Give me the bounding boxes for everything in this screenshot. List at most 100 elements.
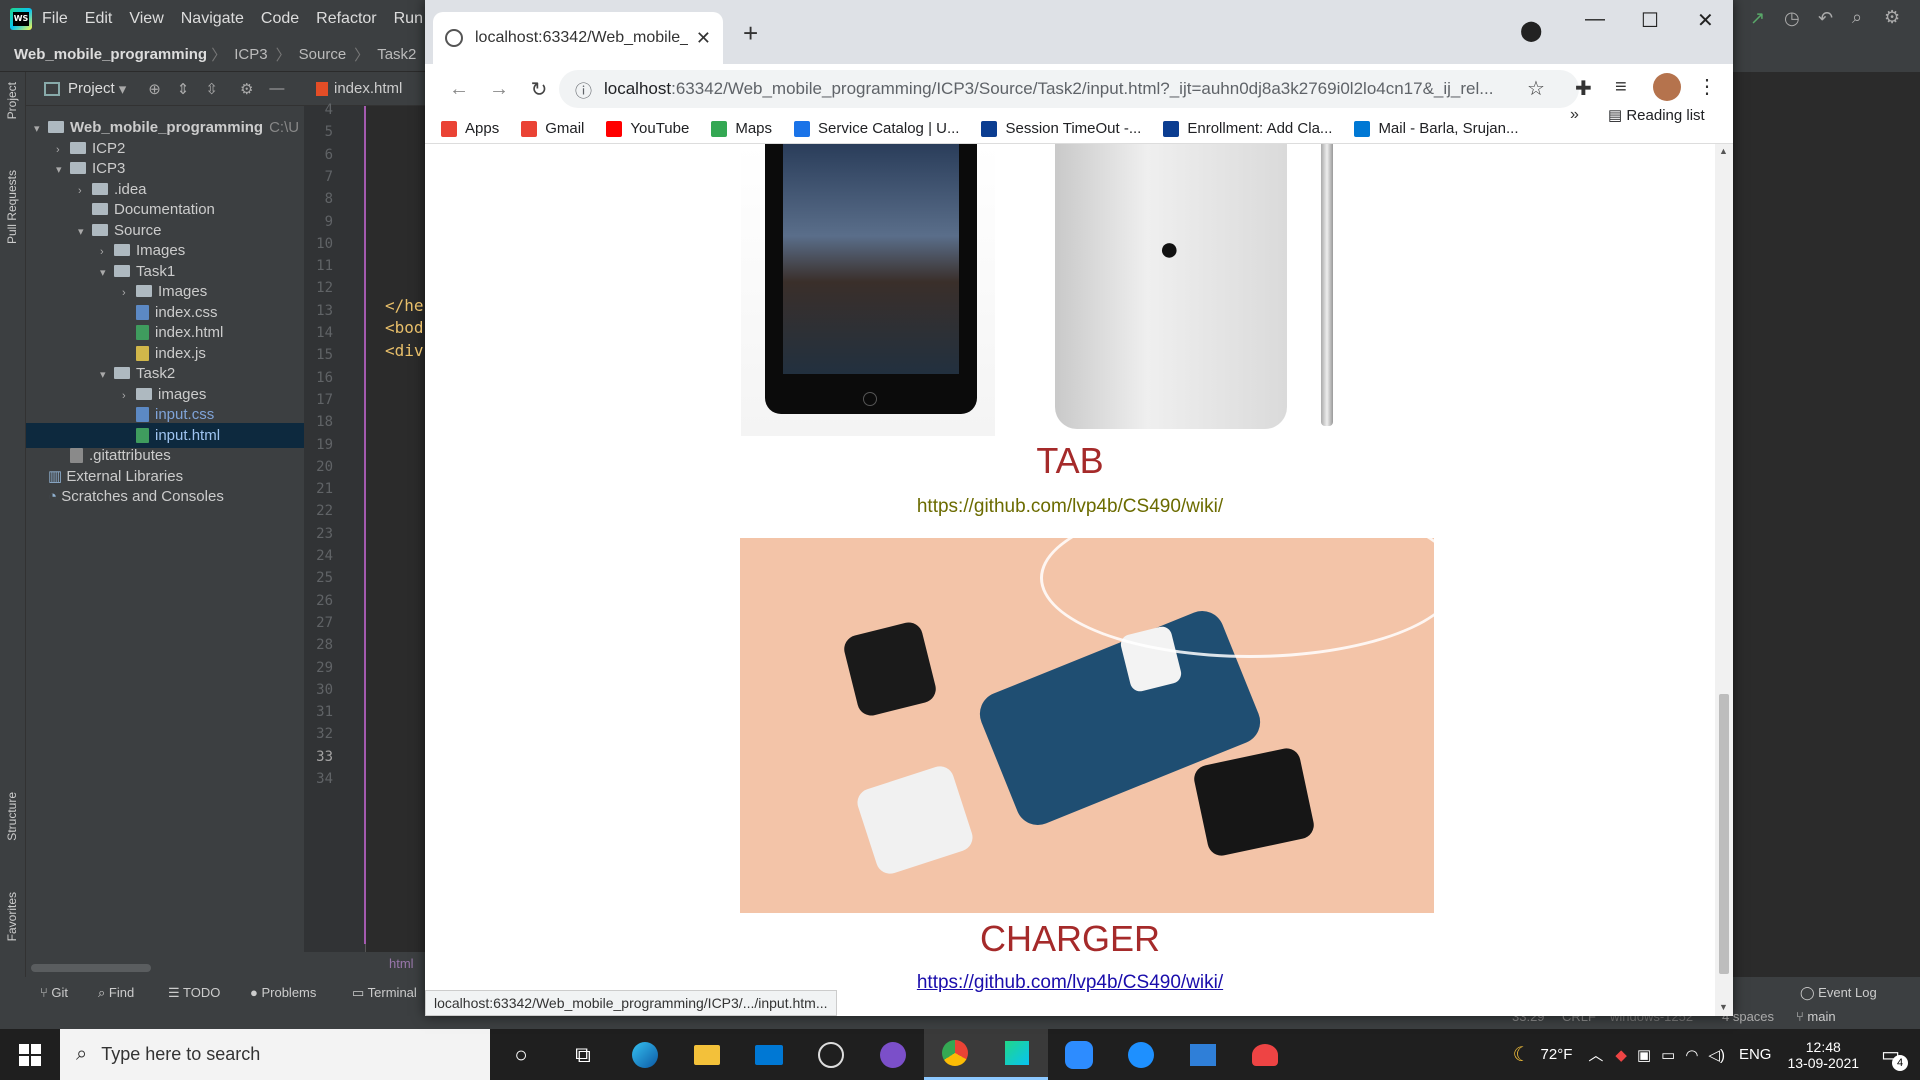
tab-search-icon[interactable]: ⬤ xyxy=(1520,18,1542,43)
menu-refactor[interactable]: Refactor xyxy=(316,10,376,28)
device-icon[interactable]: ▣ xyxy=(1637,1046,1651,1064)
start-button[interactable] xyxy=(0,1029,60,1080)
expand-all-icon[interactable]: ⇕ xyxy=(177,80,190,98)
tool-find[interactable]: ⌕ Find xyxy=(98,985,134,1001)
page-scrollbar[interactable]: ▲ ▼ xyxy=(1715,144,1733,1016)
mail-icon[interactable] xyxy=(738,1029,800,1080)
moon-weather-icon[interactable]: ☾ xyxy=(1513,1042,1531,1067)
weather-temp[interactable]: 72°F xyxy=(1541,1046,1573,1063)
bookmark-youtube[interactable]: YouTube xyxy=(606,120,689,137)
clock[interactable]: 12:48 13-09-2021 xyxy=(1787,1039,1859,1071)
battery-icon[interactable]: ▭ xyxy=(1661,1046,1675,1064)
forward-button[interactable]: → xyxy=(479,78,519,101)
settings-icon[interactable]: ⚙ xyxy=(240,80,253,98)
code-line[interactable]: <bod xyxy=(385,318,424,337)
code-editor[interactable] xyxy=(366,106,426,952)
breadcrumb-source[interactable]: Source xyxy=(299,46,347,63)
taskbar-search[interactable]: ⌕ Type here to search xyxy=(60,1029,490,1080)
error-stripe[interactable] xyxy=(1908,142,1920,942)
tool-favorites[interactable]: Favorites xyxy=(5,892,19,941)
chrome-taskbar-icon[interactable] xyxy=(924,1029,986,1080)
code-line[interactable]: </he xyxy=(385,296,424,315)
tool-problems[interactable]: ● Problems xyxy=(250,985,316,1000)
tool-event-log[interactable]: ◯ Event Log xyxy=(1800,985,1877,1001)
scrollbar-thumb[interactable] xyxy=(1719,694,1729,974)
status-branch[interactable]: ⑂ main xyxy=(1796,1009,1836,1024)
more-bookmarks[interactable]: » xyxy=(1570,106,1579,124)
chevron-down-icon[interactable]: ▾ xyxy=(119,80,127,98)
locate-icon[interactable]: ⊕ xyxy=(148,80,161,98)
history-icon[interactable]: ◷ xyxy=(1784,8,1800,29)
menu-run[interactable]: Run xyxy=(394,10,423,28)
safari-like-icon[interactable] xyxy=(1110,1029,1172,1080)
menu-navigate[interactable]: Navigate xyxy=(181,10,244,28)
tree-scrollbar[interactable] xyxy=(31,964,151,972)
zoom-icon[interactable] xyxy=(1048,1029,1110,1080)
reload-button[interactable]: ↻ xyxy=(519,77,559,102)
gear-icon[interactable]: ⚙ xyxy=(1884,7,1900,28)
new-tab-button[interactable]: + xyxy=(743,18,758,49)
editor-breadcrumb-html[interactable]: html xyxy=(389,956,414,971)
close-window-button[interactable]: ✕ xyxy=(1697,8,1714,33)
browser-tab[interactable]: localhost:63342/Web_mobile_pro ✕ xyxy=(433,12,723,64)
snip-tool-icon[interactable] xyxy=(1234,1029,1296,1080)
webstorm-taskbar-icon[interactable] xyxy=(986,1029,1048,1080)
wifi-icon[interactable]: ◠ xyxy=(1685,1046,1698,1064)
tool-terminal[interactable]: ▭ Terminal xyxy=(352,985,417,1001)
menu-edit[interactable]: Edit xyxy=(85,10,113,28)
reading-list-button[interactable]: ▤ Reading list xyxy=(1608,106,1705,124)
dell-icon[interactable] xyxy=(800,1029,862,1080)
tree-item-scratches-and-consoles[interactable]: ◔ Scratches and Consoles xyxy=(26,484,304,509)
tray-chevron-up-icon[interactable]: ︿ xyxy=(1588,1044,1603,1065)
close-tab-icon[interactable]: ✕ xyxy=(696,28,711,49)
language-indicator[interactable]: ENG xyxy=(1739,1046,1772,1063)
chrome-menu-icon[interactable]: ⋮ xyxy=(1697,74,1717,99)
bookmark-mail-barla-srujan[interactable]: Mail - Barla, Srujan... xyxy=(1354,120,1518,137)
scroll-down-icon[interactable]: ▼ xyxy=(1719,1002,1728,1012)
code-line[interactable]: <div xyxy=(385,341,424,360)
tool-structure[interactable]: Structure xyxy=(5,792,19,841)
menu-view[interactable]: View xyxy=(129,10,163,28)
mcafee-icon[interactable]: ◆ xyxy=(1615,1046,1627,1064)
task-view-icon[interactable]: ⧉ xyxy=(552,1029,614,1080)
photos-icon[interactable] xyxy=(1172,1029,1234,1080)
cortana-icon[interactable]: ○ xyxy=(490,1029,552,1080)
media-icon[interactable]: ≡ xyxy=(1615,76,1627,99)
breadcrumb-task2[interactable]: Task2 xyxy=(377,46,416,63)
extensions-icon[interactable]: ✚ xyxy=(1575,76,1592,101)
minimize-button[interactable]: — xyxy=(1585,8,1605,31)
tool-project[interactable]: Project xyxy=(5,82,19,119)
breadcrumb-project[interactable]: Web_mobile_programming xyxy=(14,46,207,63)
undo-icon[interactable]: ↶ xyxy=(1818,8,1833,29)
tool-git[interactable]: ⑂ Git xyxy=(40,985,68,1000)
project-view-label[interactable]: Project xyxy=(68,80,115,97)
bookmark-service-catalog-u[interactable]: Service Catalog | U... xyxy=(794,120,959,137)
breadcrumb-icp3[interactable]: ICP3 xyxy=(234,46,267,63)
maximize-button[interactable]: ☐ xyxy=(1641,8,1659,33)
info-icon[interactable]: ⓘ xyxy=(575,77,592,102)
search-icon[interactable]: ⌕ xyxy=(1852,7,1862,28)
item-link-tab[interactable]: https://github.com/lvp4b/CS490/wiki/ xyxy=(425,496,1715,518)
bookmark-enrollment-add-cla[interactable]: Enrollment: Add Cla... xyxy=(1163,120,1332,137)
volume-icon[interactable]: ◁) xyxy=(1708,1046,1725,1064)
bookmark-maps[interactable]: Maps xyxy=(711,120,772,137)
bookmark-session-timeout[interactable]: Session TimeOut -... xyxy=(981,120,1141,137)
github-desktop-icon[interactable] xyxy=(862,1029,924,1080)
bookmark-star-icon[interactable]: ☆ xyxy=(1527,76,1545,101)
menu-file[interactable]: File xyxy=(42,10,68,28)
collapse-all-icon[interactable]: ⇳ xyxy=(205,80,218,98)
minimize-icon[interactable]: — xyxy=(269,80,284,97)
address-bar[interactable]: ⓘ localhost:63342/Web_mobile_programming… xyxy=(559,70,1579,108)
menu-code[interactable]: Code xyxy=(261,10,299,28)
file-explorer-icon[interactable] xyxy=(676,1029,738,1080)
profile-avatar[interactable] xyxy=(1653,73,1681,101)
bookmark-gmail[interactable]: Gmail xyxy=(521,120,584,137)
update-arrow-icon[interactable]: ↗ xyxy=(1750,8,1765,29)
notification-center-icon[interactable]: ▭ 4 xyxy=(1881,1042,1908,1071)
edge-icon[interactable] xyxy=(614,1029,676,1080)
tool-todo[interactable]: ☰ TODO xyxy=(168,985,220,1001)
back-button[interactable]: ← xyxy=(439,78,479,101)
bookmark-apps[interactable]: Apps xyxy=(441,120,499,137)
tool-pull-requests[interactable]: Pull Requests xyxy=(5,170,19,244)
scroll-up-icon[interactable]: ▲ xyxy=(1719,146,1728,156)
